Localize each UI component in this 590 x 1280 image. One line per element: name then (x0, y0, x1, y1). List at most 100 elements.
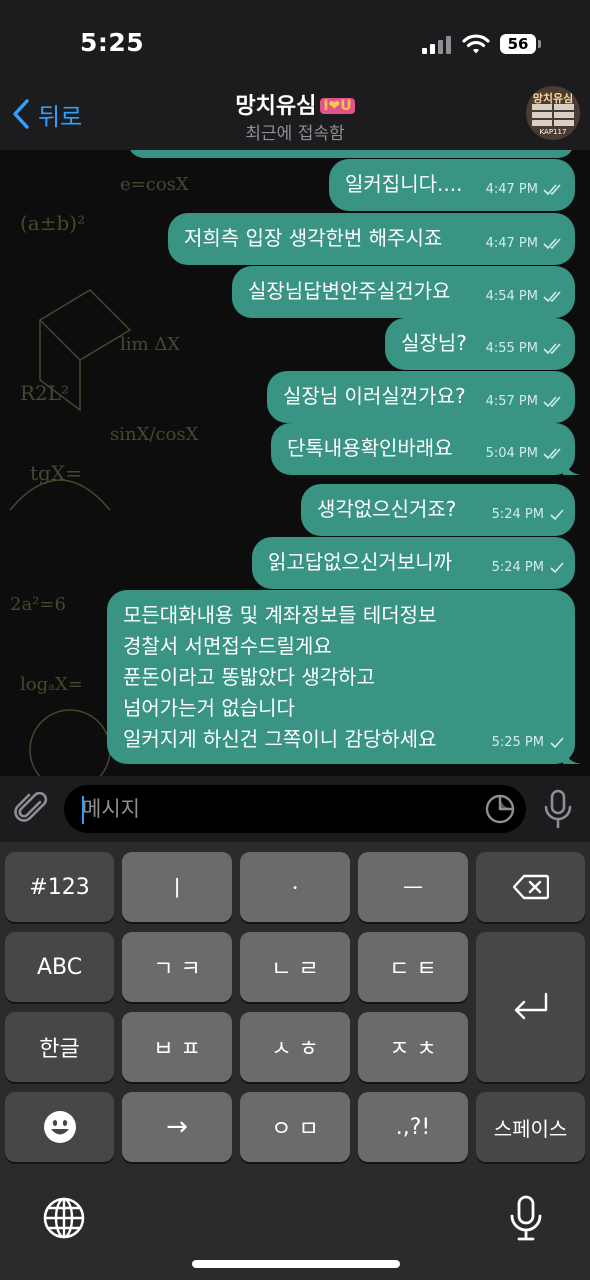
key-giyeok-kieuk[interactable]: ㄱ ㅋ (122, 932, 232, 1002)
emoji-key[interactable] (5, 1092, 114, 1162)
cellular-signal-icon (422, 36, 454, 54)
key-hangul[interactable]: 한글 (5, 1012, 114, 1082)
message-input-bar (0, 776, 590, 842)
message-line: 푼돈이라고 똥밟았다 생각하고 (123, 665, 375, 689)
status-bar: 5:25 56 (0, 0, 590, 88)
key-vowel-dot[interactable]: ㆍ (240, 852, 350, 922)
message-bubble[interactable]: 실장님? 4:55 PM (385, 318, 575, 370)
return-icon (514, 992, 547, 1020)
message-time: 5:25 PM (491, 735, 544, 750)
globe-icon[interactable] (42, 1196, 86, 1240)
backspace-icon (512, 874, 549, 900)
battery-tip (538, 40, 541, 48)
space-key[interactable]: 스페이스 (476, 1092, 585, 1162)
sticker-icon[interactable] (484, 793, 516, 825)
key-arrow-right[interactable]: → (122, 1092, 232, 1162)
last-seen-status: 최근에 접속함 (245, 124, 345, 144)
svg-text:(a±b)²: (a±b)² (20, 211, 85, 235)
message-text: 단톡내용확인바래요 (287, 436, 453, 460)
message-text: 모든대화내용 및 계좌정보들 테더정보 경찰서 서면접수드릴게요 푼돈이라고 똥… (123, 600, 436, 755)
key-bieup-pieup[interactable]: ㅂ ㅍ (122, 1012, 232, 1082)
key-label: ㄱ ㅋ (153, 957, 201, 982)
svg-text:2a²=6: 2a²=6 (10, 594, 66, 615)
bubble-tail (563, 748, 581, 764)
key-vowel-eu[interactable]: ㅡ (358, 852, 468, 922)
keyboard: #123 ㅣ ㆍ ㅡ ABC ㄱ ㅋ ㄴ ㄹ ㄷ ㅌ 한글 ㅂ ㅍ ㅅ ㅎ ㅈ … (0, 842, 590, 1280)
message-text: 일커집니다.... (345, 172, 463, 196)
svg-text:R2L²: R2L² (20, 381, 69, 405)
key-label: ㆍ (284, 877, 306, 902)
key-label: .,?! (395, 1114, 431, 1140)
message-bubble[interactable]: 모든대화내용 및 계좌정보들 테더정보 경찰서 서면접수드릴게요 푼돈이라고 똥… (107, 590, 581, 764)
message-time: 4:57 PM (485, 394, 538, 409)
key-label: ㄷ ㅌ (389, 957, 437, 982)
double-check-icon (543, 342, 561, 354)
wifi-icon (462, 34, 490, 54)
double-check-icon (543, 395, 561, 407)
svg-text:sinX/cosX: sinX/cosX (110, 424, 199, 445)
key-punctuation[interactable]: .,?! (358, 1092, 468, 1162)
double-check-icon (543, 290, 561, 302)
check-icon (550, 508, 564, 520)
avatar[interactable]: 망치유심 KAP117 (526, 86, 580, 140)
message-time: 5:04 PM (485, 446, 538, 461)
key-label: ABC (36, 954, 83, 980)
emoji-icon (43, 1111, 76, 1143)
microphone-icon[interactable] (540, 788, 576, 830)
message-bubble[interactable]: 실장님 이러실껀가요? 4:57 PM (267, 371, 575, 423)
message-text: 실장님 이러실껀가요? (283, 384, 466, 408)
message-time: 4:54 PM (485, 289, 538, 304)
message-meta: 5:24 PM (492, 555, 565, 580)
message-line: 모든대화내용 및 계좌정보들 테더정보 (123, 603, 437, 627)
key-label: ㅇ ㅁ (271, 1117, 319, 1142)
key-label: → (166, 1112, 188, 1142)
message-time: 5:24 PM (491, 560, 544, 575)
status-time: 5:25 (80, 28, 145, 57)
check-icon (550, 561, 564, 573)
key-label: #123 (29, 874, 90, 900)
text-cursor (82, 796, 84, 824)
message-text: 실장님답변안주실건가요 (248, 279, 451, 303)
heart-emoji-icon: I❤U (320, 98, 355, 114)
return-key[interactable] (476, 932, 585, 1082)
message-line: 일커지게 하신건 그쪽이니 감당하세요 (123, 727, 437, 751)
message-time: 4:55 PM (485, 341, 538, 356)
message-text: 실장님? (401, 331, 467, 355)
chat-title[interactable]: 망치유심 I❤U (0, 88, 590, 120)
message-line: 경찰서 서면접수드릴게요 (123, 634, 332, 658)
message-bubble[interactable]: 읽고답없으신거보니까 5:24 PM (252, 537, 575, 589)
message-bubble[interactable]: 생각없으신거죠? 5:24 PM (301, 484, 575, 536)
message-bubble[interactable]: 실장님답변안주실건가요 4:54 PM (232, 266, 575, 318)
message-input[interactable] (64, 785, 526, 833)
key-jieut-chieut[interactable]: ㅈ ㅊ (358, 1012, 468, 1082)
message-meta: 4:47 PM (486, 177, 565, 202)
key-label: 한글 (39, 1037, 80, 1062)
chat-history[interactable]: (a±b)² R2L² tgX= 2a²=6 logₐX= e=cosX lim… (0, 150, 590, 776)
message-meta: 4:55 PM (486, 336, 565, 361)
message-time: 5:24 PM (491, 507, 544, 522)
home-indicator[interactable] (192, 1260, 400, 1268)
key-abc[interactable]: ABC (5, 932, 114, 1002)
backspace-key[interactable] (476, 852, 585, 922)
paperclip-icon[interactable] (14, 788, 50, 828)
key-nieun-rieul[interactable]: ㄴ ㄹ (240, 932, 350, 1002)
double-check-icon (543, 237, 561, 249)
key-vowel-i[interactable]: ㅣ (122, 852, 232, 922)
message-time: 4:47 PM (485, 182, 538, 197)
key-label: ㅂ ㅍ (153, 1037, 201, 1062)
key-siot-hieut[interactable]: ㅅ ㅎ (240, 1012, 350, 1082)
message-bubble[interactable]: 저희측 입장 생각한번 해주시죠 4:47 PM (168, 213, 575, 265)
key-digeut-tieut[interactable]: ㄷ ㅌ (358, 932, 468, 1002)
message-bubble[interactable]: 단톡내용확인바래요 5:04 PM (271, 423, 581, 475)
message-text: 저희측 입장 생각한번 해주시죠 (184, 226, 443, 250)
double-check-icon (543, 183, 561, 195)
key-ieung-mieum[interactable]: ㅇ ㅁ (240, 1092, 350, 1162)
key-label: ㅡ (402, 877, 424, 902)
svg-text:e=cosX: e=cosX (120, 174, 189, 195)
message-meta: 5:25 PM (492, 730, 565, 755)
dictation-microphone-icon[interactable] (508, 1194, 544, 1242)
message-bubble[interactable]: 일커집니다.... 4:47 PM (329, 159, 575, 211)
key-numbers[interactable]: #123 (5, 852, 114, 922)
svg-text:tgX=: tgX= (30, 461, 82, 485)
message-meta: 4:54 PM (486, 284, 565, 309)
